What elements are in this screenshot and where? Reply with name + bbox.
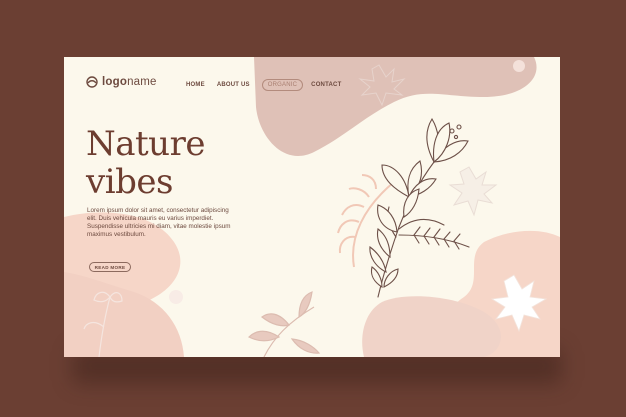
- read-more-button[interactable]: READ MORE: [89, 262, 131, 272]
- logo-text-light: name: [127, 76, 157, 88]
- landing-page-card: logo name HOME ABOUT US ORGANIC CONTACT N…: [64, 57, 560, 357]
- nav-organic[interactable]: ORGANIC: [261, 79, 304, 91]
- flower-branch-illustration: [369, 117, 470, 298]
- logo[interactable]: logo name: [86, 76, 157, 88]
- faint-branch-bottom: [247, 291, 321, 357]
- top-mauve-blob: [254, 57, 537, 156]
- nav-contact[interactable]: CONTACT: [311, 82, 341, 88]
- small-blob: [513, 60, 525, 72]
- nav-about-us[interactable]: ABOUT US: [217, 82, 250, 88]
- maple-leaf-middle: [448, 166, 498, 217]
- hero-body-text: Lorem ipsum dolor sit amet, consectetur …: [87, 207, 231, 238]
- hero-headline: Nature vibes: [86, 124, 205, 202]
- main-nav: HOME ABOUT US ORGANIC CONTACT: [186, 79, 353, 91]
- logo-mark-icon: [86, 76, 98, 88]
- small-white-dot: [169, 290, 183, 304]
- logo-text-bold: logo: [102, 76, 128, 88]
- nav-home[interactable]: HOME: [186, 82, 205, 88]
